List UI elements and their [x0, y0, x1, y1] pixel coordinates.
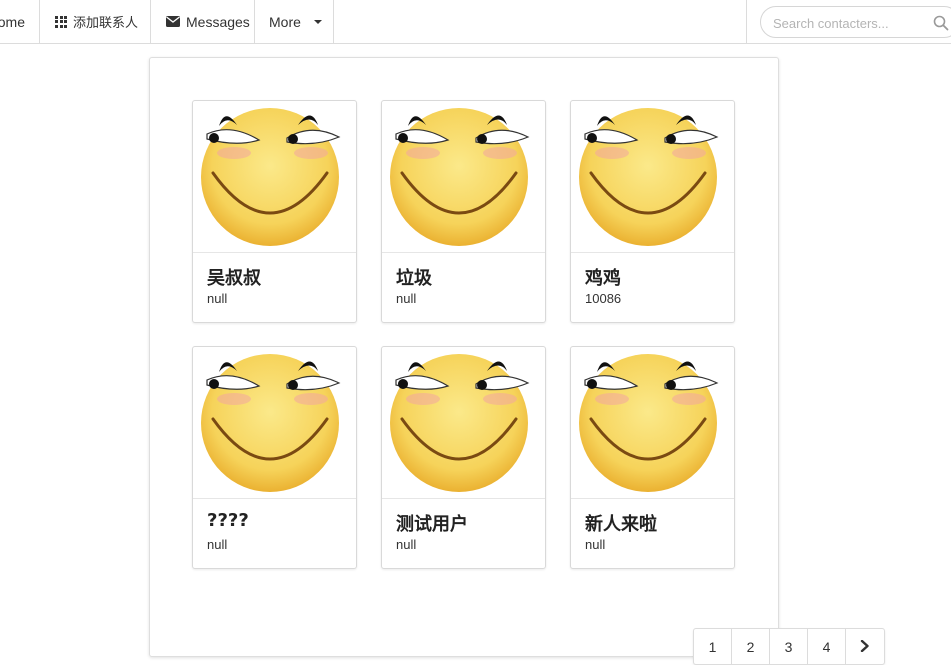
- chevron-right-icon: [860, 639, 870, 655]
- caret-down-icon: [313, 19, 322, 24]
- contact-name: 鸡鸡: [585, 268, 621, 289]
- nav-divider: [746, 0, 747, 43]
- contact-phone: null: [207, 537, 228, 552]
- contacts-panel: 吴叔叔 null 垃圾 null 鸡鸡 10086 ???? null 测试用户…: [149, 57, 885, 665]
- next-page-button[interactable]: [846, 629, 884, 664]
- contact-phone: 10086: [585, 291, 622, 306]
- contact-card[interactable]: 垃圾 null: [381, 100, 546, 323]
- contact-card[interactable]: 测试用户 null: [381, 346, 546, 569]
- nav-messages-label: Messages: [186, 13, 250, 30]
- contact-card[interactable]: ???? null: [192, 346, 357, 569]
- page-button[interactable]: 3: [770, 629, 808, 664]
- nav-more-label: More: [269, 13, 301, 30]
- contact-phone: null: [396, 537, 417, 552]
- contact-avatar: [571, 101, 734, 253]
- page-button[interactable]: 4: [808, 629, 846, 664]
- nav-add-contact-label: 添加联系人: [73, 16, 139, 31]
- contact-name: 新人来啦: [585, 514, 657, 535]
- grid-icon: [55, 15, 67, 28]
- page-button[interactable]: 1: [694, 629, 732, 664]
- contact-phone: null: [585, 537, 606, 552]
- contact-avatar: [382, 347, 545, 499]
- contact-phone: null: [396, 291, 417, 306]
- nav-add-contact[interactable]: 添加联系人: [40, 0, 151, 43]
- contact-name: 垃圾: [396, 268, 432, 289]
- contact-avatar: [193, 101, 356, 253]
- nav-home[interactable]: Home: [0, 0, 40, 43]
- contact-name: ????: [207, 510, 249, 531]
- contact-card[interactable]: 吴叔叔 null: [192, 100, 357, 323]
- contact-card[interactable]: 鸡鸡 10086: [570, 100, 735, 323]
- contact-avatar: [571, 347, 734, 499]
- contact-card[interactable]: 新人来啦 null: [570, 346, 735, 569]
- contact-name: 测试用户: [396, 514, 468, 535]
- nav-home-label: Home: [0, 13, 25, 30]
- search-box: [760, 6, 951, 38]
- contact-name: 吴叔叔: [207, 268, 261, 289]
- nav-messages[interactable]: Messages: [151, 0, 255, 43]
- search-icon[interactable]: [932, 14, 950, 32]
- envelope-icon: [166, 14, 180, 30]
- contact-phone: null: [207, 291, 228, 306]
- page-button[interactable]: 2: [732, 629, 770, 664]
- contact-avatar: [193, 347, 356, 499]
- nav-more-dropdown[interactable]: More: [255, 0, 334, 43]
- contact-avatar: [382, 101, 545, 253]
- search-input[interactable]: [773, 13, 923, 33]
- top-navbar: Home 添加联系人 Messages More: [0, 0, 951, 44]
- pagination: 1234: [693, 628, 885, 665]
